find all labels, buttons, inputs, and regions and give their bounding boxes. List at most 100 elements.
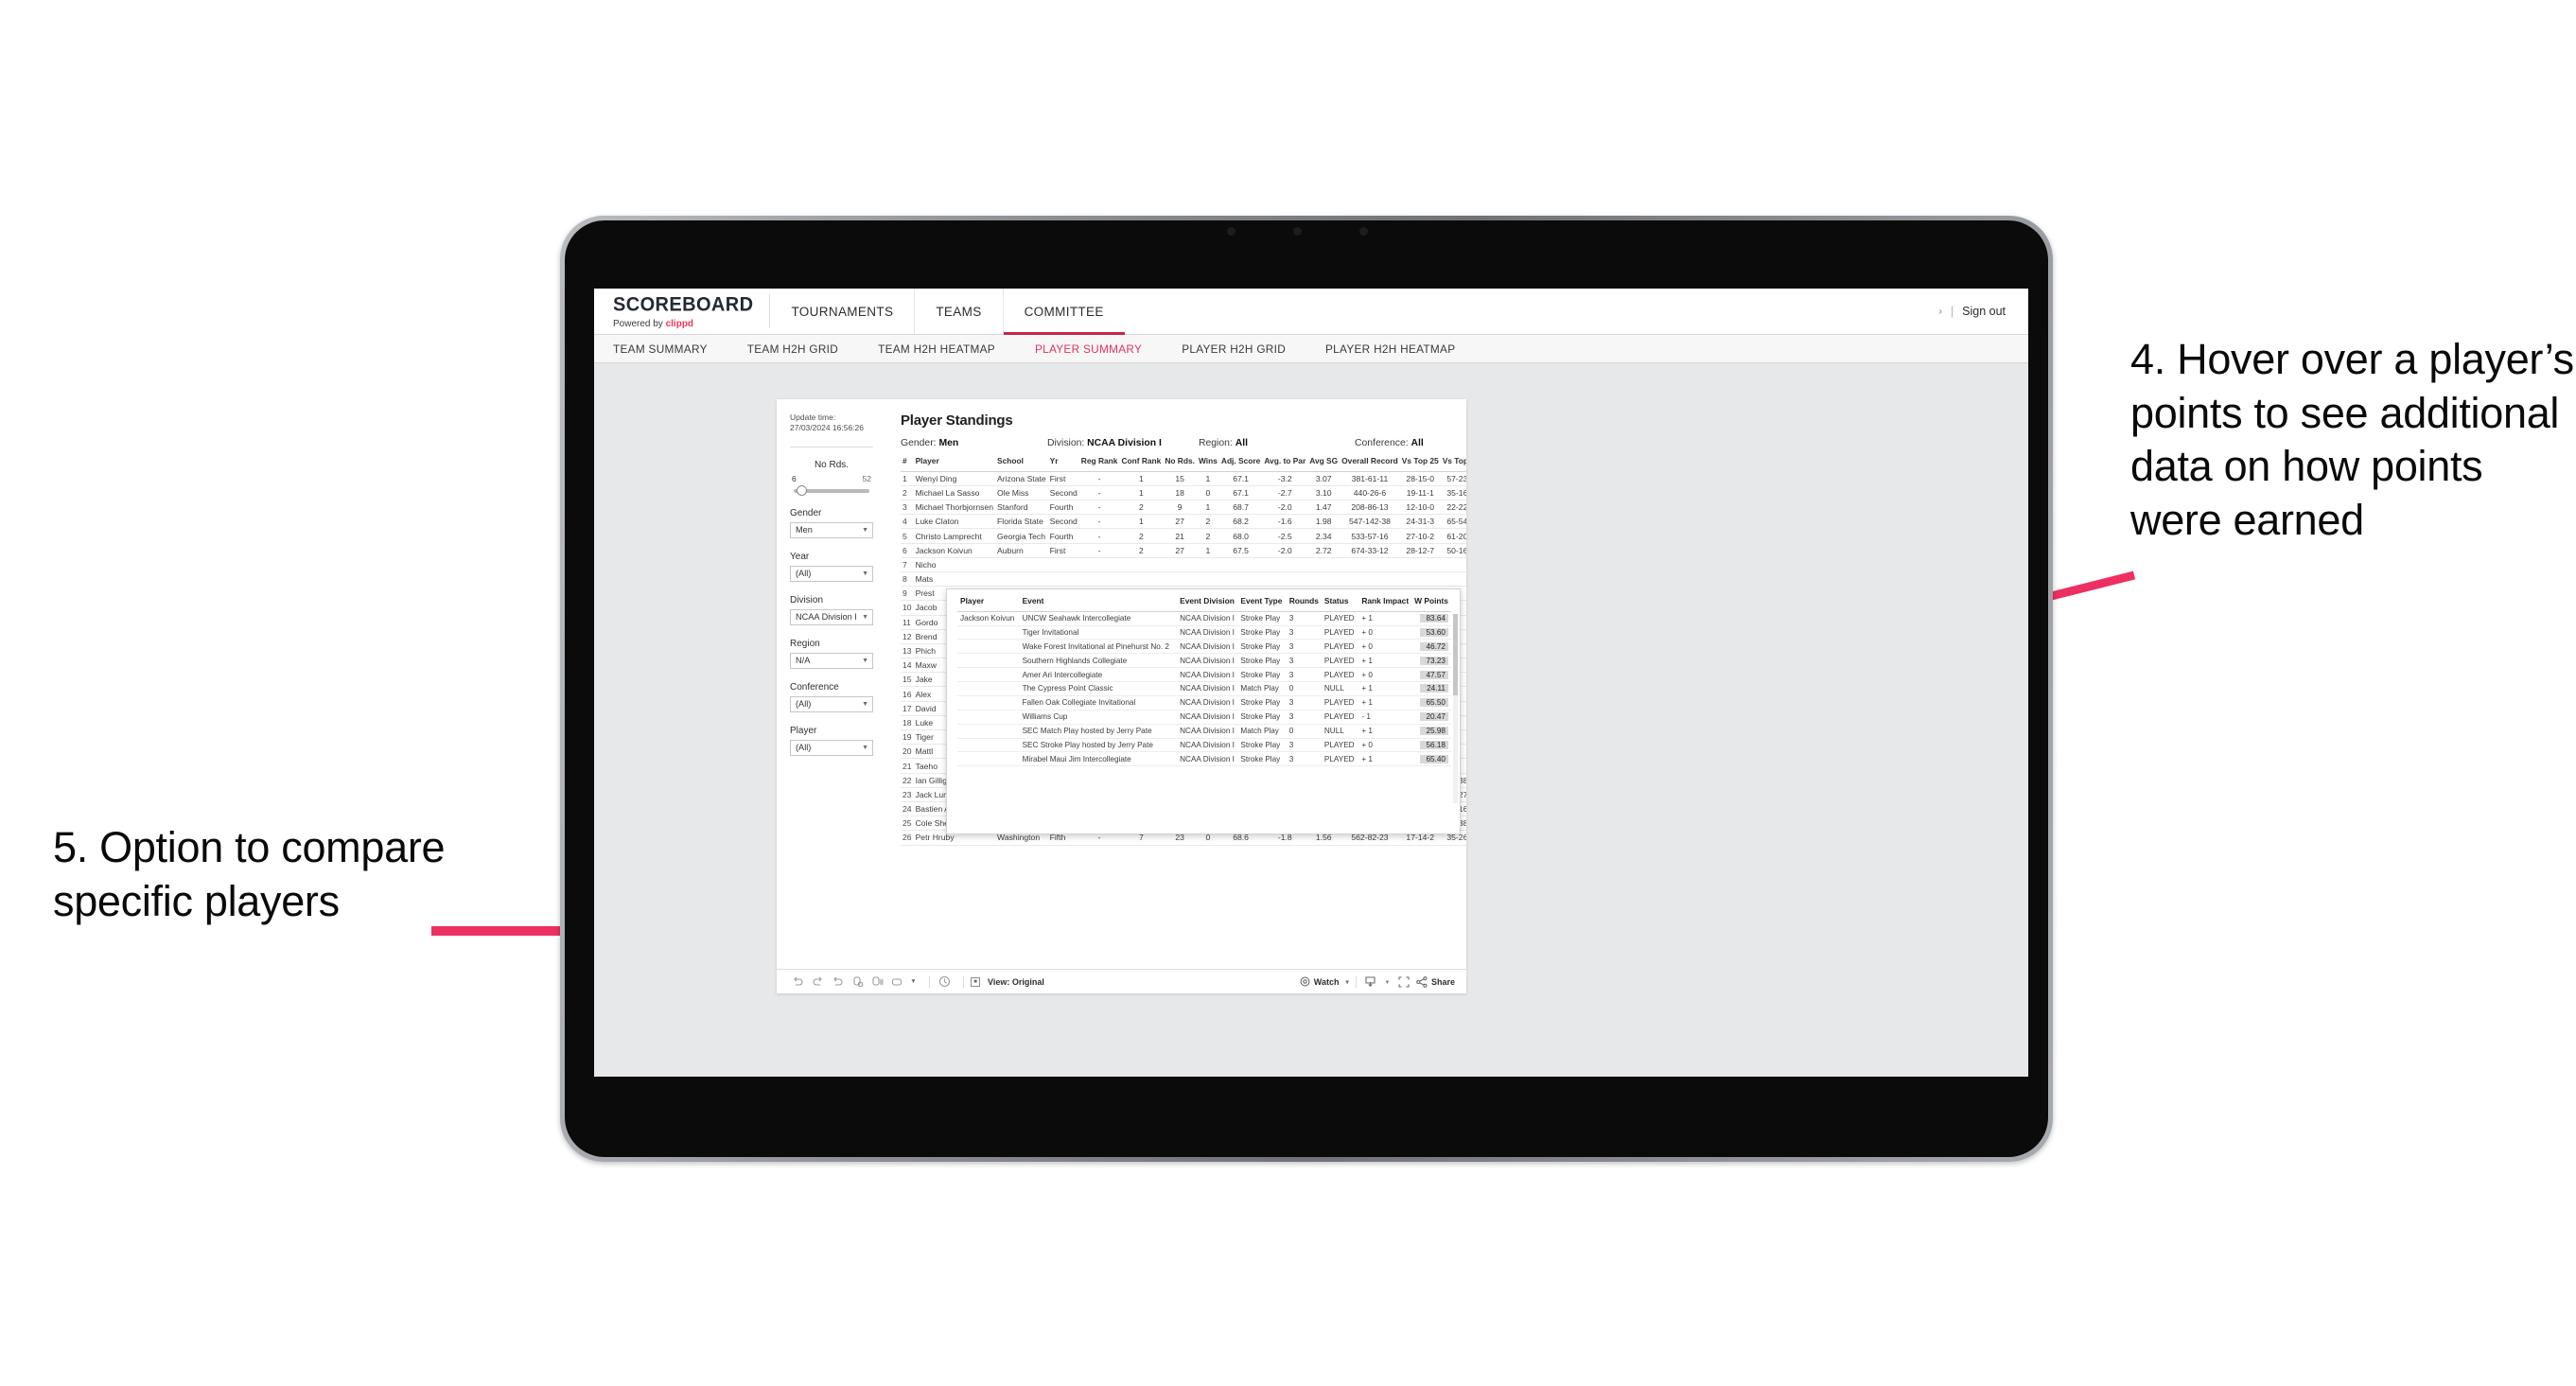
slider-max-value: 52 xyxy=(862,473,871,483)
tablet-bezel: SCOREBOARD Powered by clippd TOURNAMENTS… xyxy=(565,220,2048,1157)
cell-tt-player xyxy=(957,738,1020,753)
col-overall-rec[interactable]: Overall Record xyxy=(1340,457,1400,472)
devices-caret-icon[interactable]: ▼ xyxy=(909,975,918,989)
cell-n: 1 xyxy=(901,471,914,486)
download-caret-icon[interactable]: ▾ xyxy=(1386,978,1389,986)
cell-adj: 68.0 xyxy=(1218,528,1263,544)
table-row[interactable]: 1 Wenyi Ding Arizona State First -1 15 1 67.1 -3… xyxy=(901,471,1466,486)
download-icon[interactable] xyxy=(1363,975,1378,989)
mic-dot xyxy=(1359,227,1368,236)
slider-handle[interactable] xyxy=(797,484,807,496)
filter-gender: Gender Men ▼ xyxy=(790,508,873,538)
filter-conference-select[interactable]: (All) ▼ xyxy=(790,695,873,712)
cell-tt-division: NCAA Division I xyxy=(1177,751,1238,767)
filter-gender-select[interactable]: Men ▼ xyxy=(790,521,873,538)
col-rank[interactable]: # xyxy=(901,457,914,472)
tab-team-h2h-heatmap[interactable]: TEAM H2H HEATMAP xyxy=(878,342,1015,356)
w-points-chip: 20.47 xyxy=(1420,712,1448,722)
nav-item-teams[interactable]: TEAMS xyxy=(914,289,1002,334)
view-original-button[interactable]: ■ View: Original xyxy=(971,976,1044,987)
chevron-down-icon: ▼ xyxy=(862,570,868,577)
tooltip-scrollbar[interactable] xyxy=(1453,614,1458,803)
col-player[interactable]: Player xyxy=(913,457,996,472)
col-reg-rank[interactable]: Reg Rank xyxy=(1078,457,1120,472)
slider-range: 6 52 xyxy=(790,474,873,483)
meta-region-label: Region: xyxy=(1199,438,1233,448)
no-rounds-slider[interactable]: No Rds. 6 52 xyxy=(790,460,873,496)
cell-tt-type: Stroke Play xyxy=(1237,738,1287,753)
col-school[interactable]: School xyxy=(995,457,1048,472)
meta-conference-label: Conference: xyxy=(1355,438,1409,448)
cell-tt-type: Stroke Play xyxy=(1237,751,1287,767)
filter-conference-label: Conference xyxy=(790,681,839,693)
cell-n: 16 xyxy=(901,686,914,702)
slider-track[interactable] xyxy=(794,484,869,496)
revert-icon[interactable] xyxy=(830,975,845,989)
refresh-icon[interactable] xyxy=(850,975,865,989)
nav-item-committee[interactable]: COMMITTEE xyxy=(1002,289,1125,335)
meta-division: Division: NCAA Division I xyxy=(1047,438,1199,448)
chevron-down-icon: ▼ xyxy=(862,700,868,708)
share-label: Share xyxy=(1430,976,1455,987)
cell-n: 4 xyxy=(901,514,914,530)
cell-par: -2.5 xyxy=(1262,528,1308,544)
cell-tt-player: Jackson Koivun xyxy=(957,611,1020,626)
fullscreen-icon[interactable] xyxy=(1396,975,1411,989)
cell-tt-rounds: 3 xyxy=(1286,639,1322,655)
cell-rds: 18 xyxy=(1163,485,1197,501)
devices-icon[interactable] xyxy=(889,975,904,989)
history-icon[interactable] xyxy=(937,975,952,989)
cell-t25 xyxy=(1399,557,1441,572)
cell-sg xyxy=(1307,571,1341,588)
tablet-screen: SCOREBOARD Powered by clippd TOURNAMENTS… xyxy=(594,289,2028,1077)
col-vs-top-25[interactable]: Vs Top 25 xyxy=(1399,457,1441,472)
tooltip-row: Williams Cup NCAA Division I Stroke Play 3 P… xyxy=(957,710,1451,725)
filter-division-select[interactable]: NCAA Division I ▼ xyxy=(790,608,873,625)
tab-player-summary[interactable]: PLAYER SUMMARY xyxy=(1035,342,1162,356)
pause-auto-update-icon[interactable] xyxy=(869,975,885,989)
cell-school: Stanford xyxy=(995,500,1048,516)
table-row[interactable]: 5 Christo Lamprecht Georgia Tech Fourth -2 21… xyxy=(901,528,1466,544)
nav-item-tournaments[interactable]: TOURNAMENTS xyxy=(770,289,914,334)
filter-region-select[interactable]: N/A ▼ xyxy=(790,652,873,669)
table-row[interactable]: 3 Michael Thorbjornsen Stanford Fourth -2 9 1 6… xyxy=(901,500,1466,516)
filter-player-select[interactable]: (All) ▼ xyxy=(790,739,873,756)
col-adj-score[interactable]: Adj. Score xyxy=(1218,457,1263,472)
watch-button[interactable]: Watch ▾ xyxy=(1300,976,1349,987)
cell-player: Michael Thorbjornsen xyxy=(913,500,996,516)
redo-icon[interactable] xyxy=(810,975,825,989)
tab-player-h2h-grid[interactable]: PLAYER H2H GRID xyxy=(1182,342,1306,356)
cell-tt-status: NULL xyxy=(1321,681,1359,696)
filter-year-select[interactable]: (All) ▼ xyxy=(790,565,873,582)
cell-rec xyxy=(1340,571,1400,588)
table-row[interactable]: 7 Nicho xyxy=(901,557,1466,572)
tooltip-row: Southern Highlands Collegiate NCAA Divisi… xyxy=(957,653,1451,669)
brand-logo[interactable]: SCOREBOARD Powered by clippd xyxy=(594,289,769,334)
cell-reg: - xyxy=(1078,528,1120,544)
col-avg-sg[interactable]: Avg SG xyxy=(1307,457,1341,472)
standings-pane: Player Standings Gender: Men Division: N… xyxy=(885,399,1466,969)
annotation-hover-points: 4. Hover over a player’s points to see a… xyxy=(2130,335,2574,545)
sign-out-link[interactable]: Sign out xyxy=(1962,305,2006,318)
cell-tt-points: 56.18 xyxy=(1411,738,1451,753)
cell-tt-points: 83.64 xyxy=(1411,611,1451,626)
chevron-right-icon[interactable]: › xyxy=(1939,307,1942,317)
table-row[interactable]: 2 Michael La Sasso Ole Miss Second -1 18 0 67.1… xyxy=(901,485,1466,501)
col-year[interactable]: Yr xyxy=(1047,457,1079,472)
col-avg-to-par[interactable]: Avg. to Par xyxy=(1262,457,1308,472)
cell-tt-division: NCAA Division I xyxy=(1177,639,1238,655)
col-vs-top-50[interactable]: Vs Top 50 xyxy=(1440,457,1466,472)
col-conf-rank[interactable]: Conf Rank xyxy=(1119,457,1164,472)
table-row[interactable]: 6 Jackson Koivun Auburn First -2 27 1 67.5 -2.0 2… xyxy=(901,543,1466,558)
undo-icon[interactable] xyxy=(790,975,805,989)
w-points-chip: 65.50 xyxy=(1420,698,1448,708)
col-no-rounds[interactable]: No Rds. xyxy=(1163,457,1197,472)
share-button[interactable]: Share xyxy=(1416,975,1455,988)
table-row[interactable]: 4 Luke Claton Florida State Second -1 27 2 68.2… xyxy=(901,514,1466,530)
table-row[interactable]: 8 Mats xyxy=(901,571,1466,588)
col-wins[interactable]: Wins xyxy=(1196,457,1219,472)
tab-player-h2h-heatmap[interactable]: PLAYER H2H HEATMAP xyxy=(1325,342,1475,356)
tab-team-h2h-grid[interactable]: TEAM H2H GRID xyxy=(747,342,858,356)
tab-team-summary[interactable]: TEAM SUMMARY xyxy=(613,342,727,356)
cell-tt-division: NCAA Division I xyxy=(1177,625,1238,640)
